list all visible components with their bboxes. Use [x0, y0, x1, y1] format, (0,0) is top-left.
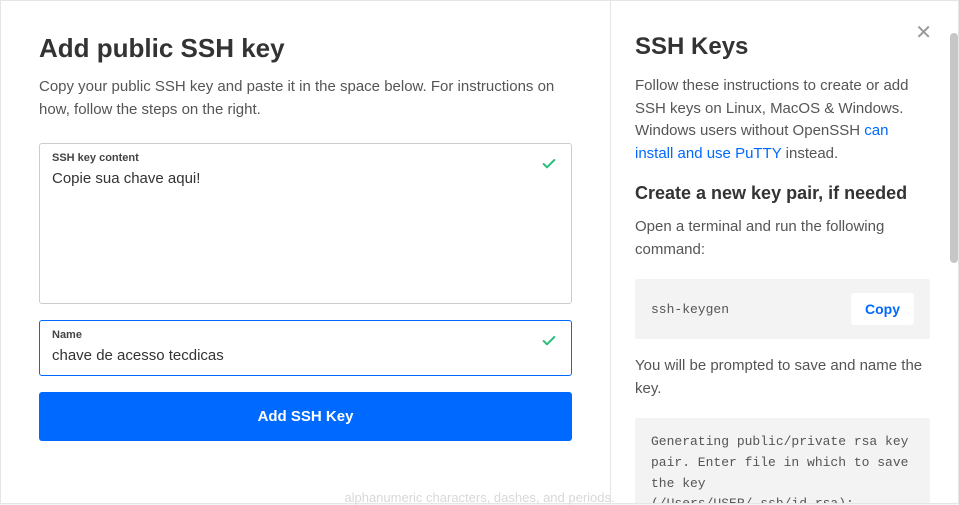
- right-panel: SSH Keys Follow these instructions to cr…: [611, 1, 958, 503]
- keygen-command-block: ssh-keygen Copy: [635, 279, 930, 339]
- ssh-key-content-input[interactable]: Copie sua chave aqui!: [52, 168, 559, 288]
- ssh-key-content-label: SSH key content: [52, 152, 559, 164]
- close-icon[interactable]: ✕: [915, 23, 932, 43]
- scrollbar-thumb[interactable]: [950, 33, 958, 263]
- name-field-wrap[interactable]: Name: [39, 320, 572, 376]
- instructions-text: Copy your public SSH key and paste it in…: [39, 76, 572, 121]
- prompt-text: You will be prompted to save and name th…: [635, 355, 930, 400]
- create-keypair-heading: Create a new key pair, if needed: [635, 183, 930, 204]
- scrollbar[interactable]: [950, 33, 958, 473]
- check-icon: [541, 333, 557, 349]
- keygen-command-text: ssh-keygen: [651, 302, 729, 317]
- name-input[interactable]: [52, 345, 559, 365]
- copy-button[interactable]: Copy: [851, 293, 914, 325]
- ssh-key-content-field-wrap[interactable]: SSH key content Copie sua chave aqui!: [39, 143, 572, 304]
- left-panel: Add public SSH key Copy your public SSH …: [1, 1, 611, 503]
- intro-text-after: instead.: [781, 145, 838, 162]
- page-title: Add public SSH key: [39, 33, 572, 64]
- keygen-output-block: Generating public/private rsa key pair. …: [635, 418, 930, 503]
- add-ssh-key-button[interactable]: Add SSH Key: [39, 392, 572, 441]
- name-label: Name: [52, 329, 559, 341]
- open-terminal-text: Open a terminal and run the following co…: [635, 216, 930, 261]
- side-title: SSH Keys: [635, 33, 930, 61]
- ssh-key-modal: Add public SSH key Copy your public SSH …: [0, 0, 959, 504]
- side-intro: Follow these instructions to create or a…: [635, 75, 930, 165]
- check-icon: [541, 156, 557, 172]
